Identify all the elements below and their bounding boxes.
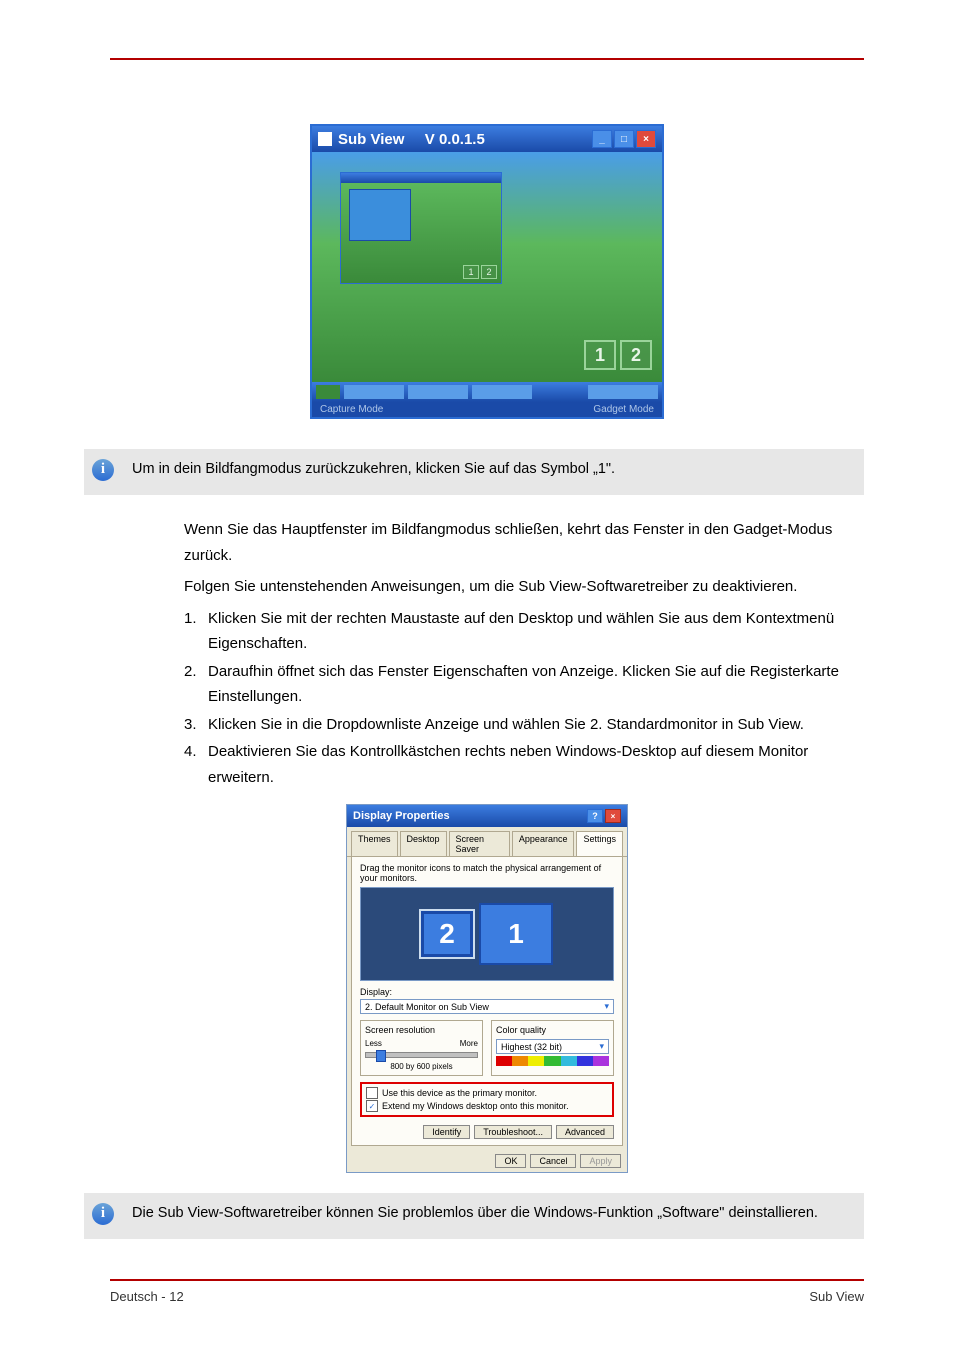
tab-settings[interactable]: Settings bbox=[576, 831, 623, 856]
info-text-1: Um in dein Bildfangmodus zurückzukehren,… bbox=[132, 459, 615, 480]
resolution-value: 800 by 600 pixels bbox=[365, 1062, 478, 1071]
monitor-badge-2: 2 bbox=[620, 340, 652, 370]
info-note-1: i Um in dein Bildfangmodus zurückzukehre… bbox=[84, 449, 864, 495]
tab-desktop[interactable]: Desktop bbox=[400, 831, 447, 856]
cancel-button[interactable]: Cancel bbox=[530, 1154, 576, 1168]
tab-themes[interactable]: Themes bbox=[351, 831, 398, 856]
identify-button[interactable]: Identify bbox=[423, 1125, 470, 1139]
subview-title-version: V 0.0.1.5 bbox=[425, 131, 485, 148]
dp-titlebar: Display Properties ? × bbox=[347, 805, 627, 827]
step-3: 3. Klicken Sie in die Dropdownliste Anze… bbox=[184, 712, 864, 738]
taskbar bbox=[312, 382, 662, 402]
color-quality-dropdown[interactable]: Highest (32 bit) ▾ bbox=[496, 1039, 609, 1054]
dp-monitor-area[interactable]: 2 1 bbox=[360, 887, 614, 981]
inner-badge-2: 2 bbox=[481, 265, 497, 279]
subview-titlebar: Sub View V 0.0.1.5 _ □ × bbox=[312, 126, 662, 152]
advanced-button[interactable]: Advanced bbox=[556, 1125, 614, 1139]
display-properties-window: Display Properties ? × Themes Desktop Sc… bbox=[346, 804, 628, 1173]
steps-list: 1. Klicken Sie mit der rechten Maustaste… bbox=[184, 606, 864, 791]
monitor-1[interactable]: 1 bbox=[479, 903, 553, 965]
info-text-2: Die Sub View-Softwaretreiber können Sie … bbox=[132, 1203, 818, 1224]
checkbox-icon bbox=[366, 1087, 378, 1099]
highlighted-checkboxes: Use this device as the primary monitor. … bbox=[360, 1082, 614, 1117]
subview-title-app: Sub View bbox=[338, 131, 404, 148]
chevron-down-icon: ▾ bbox=[599, 1041, 604, 1052]
color-quality-group: Color quality Highest (32 bit) ▾ bbox=[491, 1020, 614, 1076]
chevron-down-icon: ▾ bbox=[604, 1001, 609, 1012]
subview-body: 1 2 1 2 bbox=[312, 152, 662, 382]
tab-appearance[interactable]: Appearance bbox=[512, 831, 575, 856]
display-label: Display: bbox=[360, 987, 614, 997]
minimize-icon[interactable]: _ bbox=[592, 130, 612, 148]
footer-gadget-mode: Gadget Mode bbox=[593, 404, 654, 415]
help-icon[interactable]: ? bbox=[587, 809, 603, 823]
paragraph-intro: Wenn Sie das Hauptfenster im Bildfangmod… bbox=[184, 517, 864, 568]
display-dropdown[interactable]: 2. Default Monitor on Sub View ▾ bbox=[360, 999, 614, 1014]
footer-right: Sub View bbox=[809, 1289, 864, 1304]
screen-resolution-group: Screen resolution Less More 800 by 600 p… bbox=[360, 1020, 483, 1076]
inner-badge-1: 1 bbox=[463, 265, 479, 279]
close-icon[interactable]: × bbox=[636, 130, 656, 148]
close-icon[interactable]: × bbox=[605, 809, 621, 823]
app-logo-icon bbox=[318, 132, 332, 146]
step-1: 1. Klicken Sie mit der rechten Maustaste… bbox=[184, 606, 864, 657]
footer-capture-mode: Capture Mode bbox=[320, 404, 383, 415]
step-4: 4. Deaktivieren Sie das Kontrollkästchen… bbox=[184, 739, 864, 790]
page-footer: Deutsch - 12 Sub View bbox=[110, 1279, 864, 1304]
footer-left: Deutsch - 12 bbox=[110, 1289, 184, 1304]
extend-desktop-checkbox[interactable]: ✓ Extend my Windows desktop onto this mo… bbox=[366, 1100, 608, 1112]
tab-screensaver[interactable]: Screen Saver bbox=[449, 831, 510, 856]
dp-title-text: Display Properties bbox=[353, 810, 450, 822]
info-note-2: i Die Sub View-Softwaretreiber können Si… bbox=[84, 1193, 864, 1239]
monitor-2[interactable]: 2 bbox=[421, 911, 473, 957]
steps-lead: Folgen Sie untenstehenden Anweisungen, u… bbox=[184, 574, 864, 600]
step-2: 2. Daraufhin öffnet sich das Fenster Eig… bbox=[184, 659, 864, 710]
info-icon: i bbox=[92, 459, 114, 481]
resolution-slider[interactable] bbox=[365, 1052, 478, 1058]
dp-hint: Drag the monitor icons to match the phys… bbox=[360, 863, 614, 883]
subview-footer: Capture Mode Gadget Mode bbox=[312, 402, 662, 417]
subview-window: Sub View V 0.0.1.5 _ □ × 1 bbox=[310, 124, 664, 419]
ok-button[interactable]: OK bbox=[495, 1154, 526, 1168]
dp-tabs: Themes Desktop Screen Saver Appearance S… bbox=[347, 827, 627, 857]
inner-window: 1 2 bbox=[340, 172, 502, 284]
checkbox-icon: ✓ bbox=[366, 1100, 378, 1112]
monitor-badge-1: 1 bbox=[584, 340, 616, 370]
color-bar bbox=[496, 1056, 609, 1066]
info-icon: i bbox=[92, 1203, 114, 1225]
apply-button[interactable]: Apply bbox=[580, 1154, 621, 1168]
troubleshoot-button[interactable]: Troubleshoot... bbox=[474, 1125, 552, 1139]
maximize-icon[interactable]: □ bbox=[614, 130, 634, 148]
primary-monitor-checkbox[interactable]: Use this device as the primary monitor. bbox=[366, 1087, 608, 1099]
